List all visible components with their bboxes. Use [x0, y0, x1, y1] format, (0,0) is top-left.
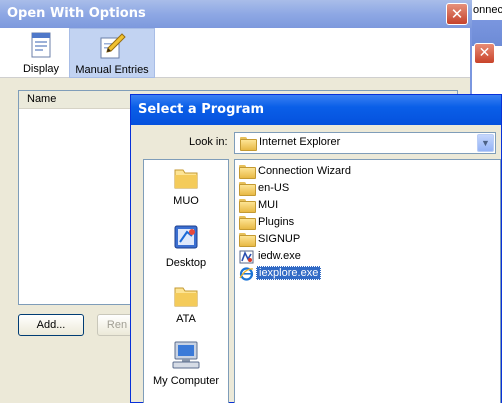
background-window-titlebar: ✕ [471, 20, 502, 64]
place-muo-label: MUO [173, 195, 199, 207]
place-ata-label: ATA [176, 313, 196, 325]
close-button[interactable]: ✕ [446, 3, 468, 25]
toolbar: Display Manual Entries [0, 28, 470, 78]
add-button[interactable]: Add... [18, 314, 84, 336]
file-name: Connection Wizard [258, 165, 351, 177]
place-desktop[interactable]: Desktop [144, 224, 228, 269]
file-name: iedw.exe [258, 250, 301, 262]
folder-icon [240, 137, 257, 151]
place-my-computer[interactable]: My Computer [144, 340, 228, 387]
main-window-title: Open With Options [7, 6, 146, 21]
folder-icon [239, 182, 256, 196]
computer-icon [172, 341, 200, 369]
pencil-icon [100, 33, 126, 59]
look-in-label: Look in: [189, 136, 228, 148]
places-bar: MUO Desktop ATA My Computer [143, 159, 229, 403]
file-name: iexplore.exe [256, 266, 322, 280]
folder-icon [239, 165, 256, 179]
look-in-combo[interactable]: Internet Explorer ▼ [234, 132, 496, 154]
folder-icon [239, 233, 256, 247]
place-muo[interactable]: MUO [144, 166, 228, 207]
folder-icon [174, 287, 198, 307]
place-desktop-label: Desktop [165, 257, 207, 269]
chevron-down-icon[interactable]: ▼ [477, 134, 494, 152]
main-titlebar: Open With Options ✕ [0, 0, 472, 28]
tab-manual-entries[interactable]: Manual Entries [69, 28, 155, 78]
tab-display[interactable]: Display [14, 28, 68, 78]
place-ata[interactable]: ATA [144, 284, 228, 325]
folder-icon [239, 199, 256, 213]
iedw-exe-icon [239, 250, 254, 264]
file-name: SIGNUP [258, 233, 301, 245]
file-name: MUI [258, 199, 279, 211]
window-icon [31, 32, 51, 58]
place-my-computer-label: My Computer [152, 375, 220, 387]
internet-explorer-icon [239, 267, 254, 281]
background-window-title: onnect [473, 4, 502, 16]
tab-display-label: Display [22, 63, 60, 75]
dialog-title: Select a Program [138, 102, 265, 117]
folder-icon [174, 169, 198, 189]
file-name: en-US [258, 182, 290, 194]
file-name: Plugins [258, 216, 295, 228]
select-program-dialog: Select a Program Look in: Internet Explo… [130, 94, 502, 403]
folder-icon [239, 216, 256, 230]
file-list[interactable]: Connection Wizard en-US MUI Plugins SIGN… [234, 159, 501, 403]
tab-manual-entries-label: Manual Entries [75, 64, 149, 76]
dialog-titlebar: Select a Program [131, 95, 501, 125]
background-close-button[interactable]: ✕ [474, 43, 495, 64]
look-in-value: Internet Explorer [259, 136, 341, 148]
desktop-icon [174, 225, 198, 249]
name-column-header[interactable]: Name [27, 93, 56, 105]
